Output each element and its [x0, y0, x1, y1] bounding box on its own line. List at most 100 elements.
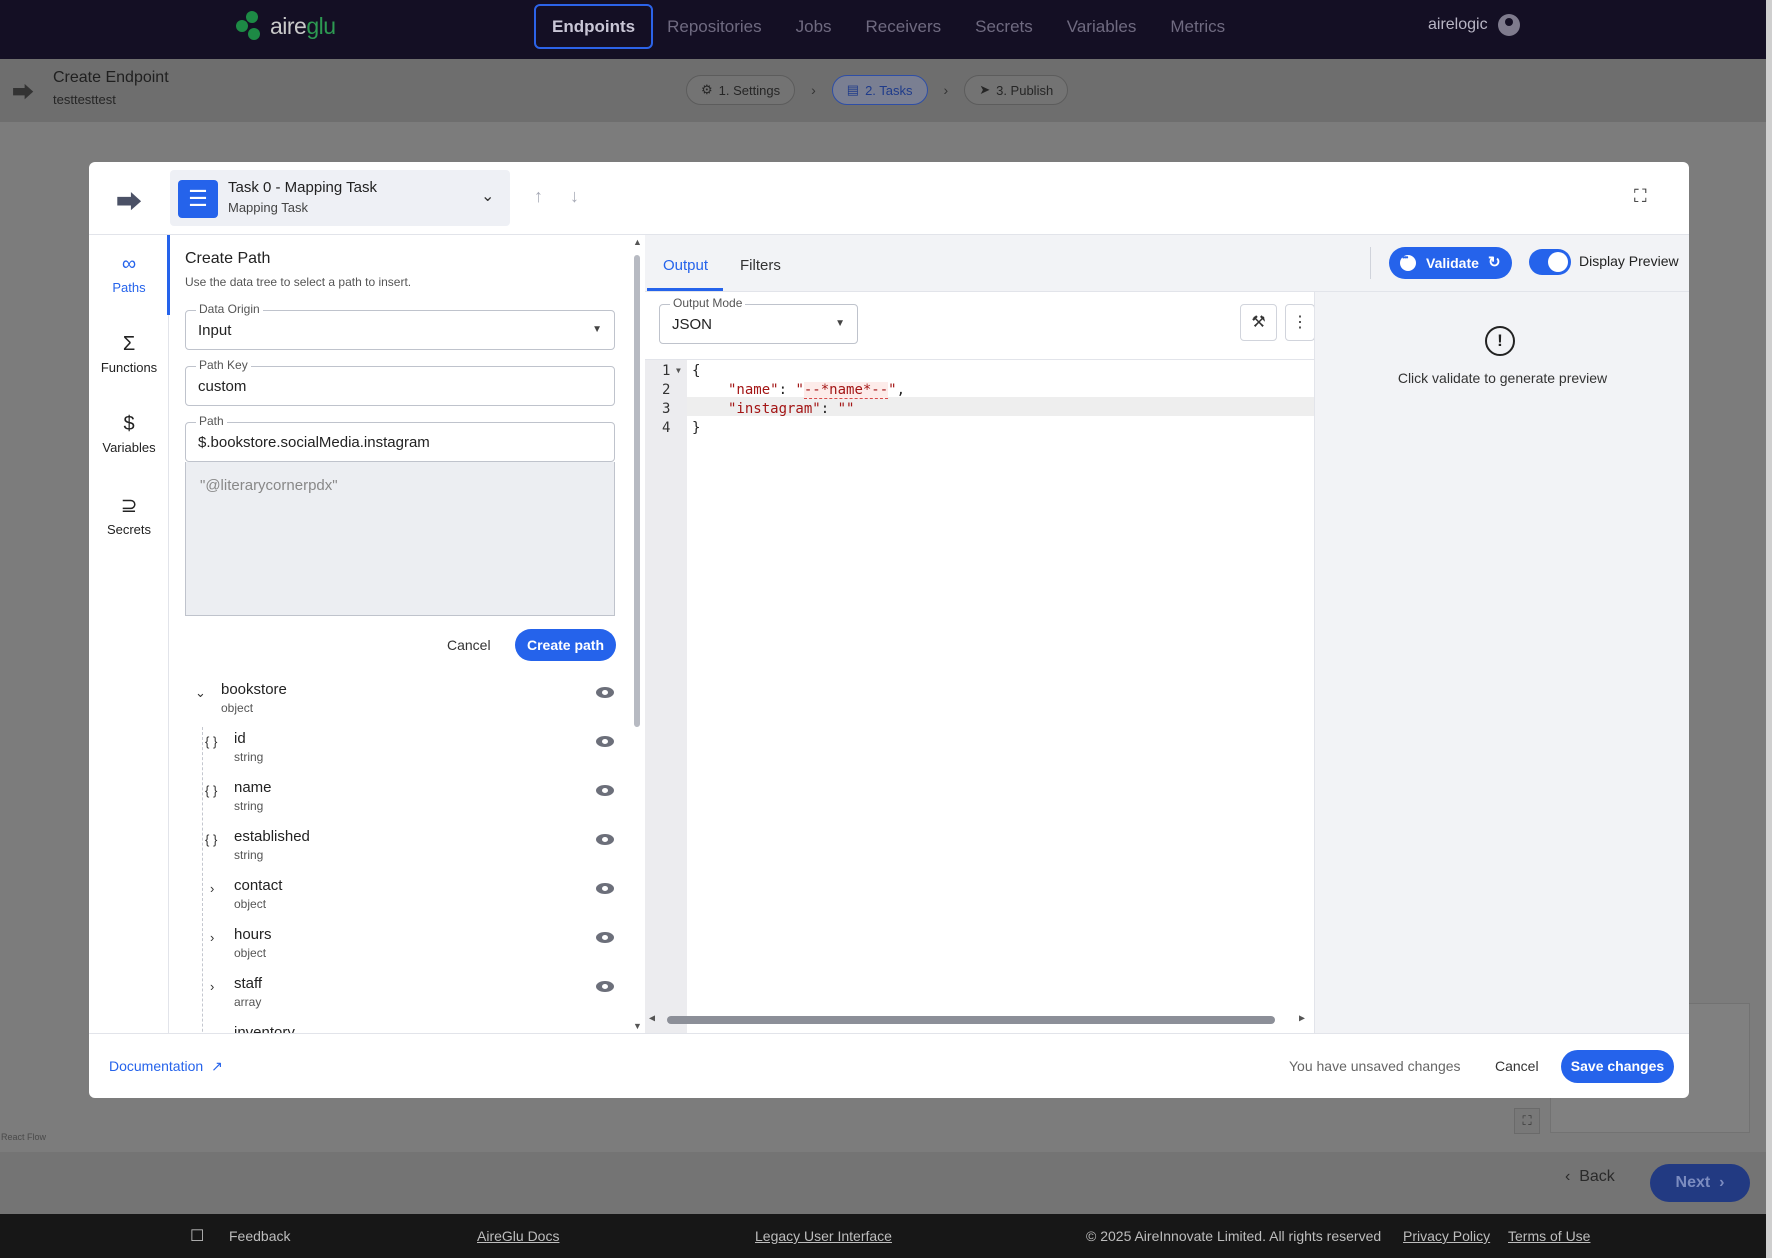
next-button[interactable]: Next ›	[1650, 1164, 1750, 1202]
path-input[interactable]: Path $.bookstore.socialMedia.instagram	[185, 414, 615, 462]
terms-of-use-link[interactable]: Terms of Use	[1508, 1228, 1590, 1244]
eye-icon[interactable]	[596, 785, 614, 796]
user-avatar-icon	[1497, 14, 1520, 36]
aireglu-logo[interactable]: aireglu	[234, 10, 336, 42]
aireglu-docs-link[interactable]: AireGlu Docs	[477, 1228, 559, 1244]
key-icon: ⊇	[120, 495, 138, 517]
back-button[interactable]: ‹ Back	[1565, 1168, 1615, 1186]
path-key-input[interactable]: Path Key custom	[185, 358, 615, 406]
top-nav: aireglu Endpoints Repositories Jobs Rece…	[0, 0, 1772, 59]
tree-node[interactable]: ⌄ bookstore object	[185, 681, 625, 730]
data-origin-select[interactable]: Data Origin Input ▼	[185, 302, 615, 350]
preview-panel: ! Click validate to generate preview	[1314, 292, 1689, 1033]
tab-filters[interactable]: Filters	[740, 257, 781, 274]
legacy-ui-link[interactable]: Legacy User Interface	[755, 1228, 892, 1244]
cancel-button[interactable]: Cancel	[1495, 1058, 1539, 1074]
tree-node[interactable]: › contact object	[185, 877, 625, 926]
json-editor[interactable]: 1 ▼ 2 3 4 { "name": "--*name*--", "insta…	[645, 360, 1314, 1033]
arrow-down-icon[interactable]: ↓	[570, 186, 579, 207]
nav-endpoints[interactable]: Endpoints	[534, 4, 654, 49]
rail-secrets[interactable]: ⊇ Secrets	[89, 493, 169, 537]
eye-icon[interactable]	[596, 932, 614, 943]
modal-header: ⮕ ☰ Task 0 - Mapping Task Mapping Task ⌄…	[89, 162, 1689, 235]
mapping-task-icon: ☰	[178, 180, 218, 218]
task-type: Mapping Task	[228, 200, 308, 215]
chevron-down-icon[interactable]: ⌄	[195, 685, 206, 701]
eye-icon[interactable]	[596, 687, 614, 698]
feedback-link[interactable]: Feedback	[229, 1228, 290, 1244]
clipboard-icon: ▤	[846, 82, 860, 97]
chevron-right-icon[interactable]: ›	[210, 881, 214, 896]
output-mode-select[interactable]: Output Mode JSON ▼	[659, 296, 858, 344]
create-path-title: Create Path	[185, 250, 271, 267]
eye-icon[interactable]	[596, 736, 614, 747]
user-menu[interactable]: airelogic	[1428, 14, 1520, 36]
scroll-down-icon[interactable]: ▼	[633, 1021, 642, 1031]
scroll-right-icon[interactable]: ▶	[1299, 1013, 1305, 1024]
privacy-policy-link[interactable]: Privacy Policy	[1403, 1228, 1490, 1244]
code-line: }	[692, 420, 701, 436]
tree-node[interactable]: › hours object	[185, 926, 625, 975]
share-icon: ⮕	[12, 80, 35, 105]
tree-node[interactable]: { } name string	[185, 779, 625, 828]
create-path-hint: Use the data tree to select a path to in…	[185, 275, 412, 289]
tree-node[interactable]: inventory	[185, 1024, 625, 1033]
logo-icon	[234, 10, 266, 42]
arrow-up-icon[interactable]: ↑	[534, 186, 543, 207]
eye-icon[interactable]	[596, 981, 614, 992]
step-tasks[interactable]: ▤ 2. Tasks	[831, 75, 928, 105]
editor-toolbar: Output Mode JSON ▼ ⚒ ⋮	[645, 292, 1315, 360]
editor-hscrollbar[interactable]: ◀ ▶	[645, 1012, 1314, 1028]
step-publish[interactable]: ➤ 3. Publish	[964, 75, 1069, 105]
tree-node[interactable]: { } id string	[185, 730, 625, 779]
validate-button[interactable]: Validate ↻	[1389, 247, 1512, 279]
external-link-icon: ↗	[211, 1058, 223, 1074]
unsaved-changes-notice: You have unsaved changes	[1289, 1058, 1461, 1074]
step-settings[interactable]: ⚙ 1. Settings	[686, 75, 796, 105]
nav-metrics[interactable]: Metrics	[1170, 4, 1225, 49]
tab-active-indicator	[647, 288, 723, 291]
scroll-left-icon[interactable]: ◀	[649, 1013, 655, 1024]
tab-output[interactable]: Output	[663, 257, 708, 274]
rail-paths[interactable]: ∞ Paths	[89, 253, 169, 295]
rail-variables[interactable]: $ Variables	[89, 413, 169, 455]
dollar-icon: $	[123, 413, 135, 435]
tree-node[interactable]: { } established string	[185, 828, 625, 877]
page-subtitle: testtesttest	[53, 92, 116, 107]
output-panel: Output Filters Validate ↻ Display Previe…	[645, 235, 1689, 1033]
docs-link-wrap: AireGlu Docs	[477, 1228, 559, 1244]
page-scrollbar[interactable]	[1766, 0, 1772, 1258]
chevron-right-icon[interactable]: ›	[210, 979, 214, 994]
chevron-right-icon: ›	[1710, 1174, 1725, 1191]
scroll-up-icon[interactable]: ▲	[633, 237, 642, 247]
eye-icon[interactable]	[596, 883, 614, 894]
rail-functions[interactable]: Σ Functions	[89, 333, 169, 375]
eye-icon[interactable]	[596, 834, 614, 845]
modal-footer: Documentation ↗ You have unsaved changes …	[89, 1033, 1689, 1098]
fullscreen-icon[interactable]: ⛶	[1634, 186, 1647, 207]
create-path-button[interactable]: Create path	[515, 629, 616, 661]
nav-receivers[interactable]: Receivers	[866, 4, 942, 49]
panel-scrollbar[interactable]: ▲ ▼	[633, 237, 642, 1033]
cancel-button[interactable]: Cancel	[447, 637, 491, 653]
task-select[interactable]: ☰ Task 0 - Mapping Task Mapping Task ⌄	[170, 170, 510, 226]
chevron-right-icon[interactable]: ›	[210, 930, 214, 945]
nav-secrets[interactable]: Secrets	[975, 4, 1033, 49]
tree-node[interactable]: › staff array	[185, 975, 625, 1024]
nav-variables[interactable]: Variables	[1067, 4, 1137, 49]
display-preview-toggle[interactable]	[1529, 249, 1571, 275]
fold-icon[interactable]: ▼	[676, 366, 681, 375]
chevron-right-icon: ›	[811, 82, 816, 98]
format-paint-icon[interactable]: ⚒	[1240, 304, 1277, 341]
nav-jobs[interactable]: Jobs	[796, 4, 832, 49]
fit-view-icon[interactable]: ⛶	[1514, 1108, 1540, 1134]
nav-repositories[interactable]: Repositories	[667, 4, 762, 49]
react-flow-attribution[interactable]: React Flow	[1, 1132, 46, 1142]
more-options-icon[interactable]: ⋮	[1285, 304, 1315, 341]
documentation-link[interactable]: Documentation ↗	[109, 1058, 223, 1075]
save-changes-button[interactable]: Save changes	[1561, 1050, 1674, 1083]
scrollbar-thumb[interactable]	[634, 255, 640, 727]
chevron-right-icon: ›	[943, 82, 949, 98]
scrollbar-thumb[interactable]	[667, 1016, 1275, 1024]
path-value-preview: "@literarycornerpdx"	[185, 462, 615, 616]
